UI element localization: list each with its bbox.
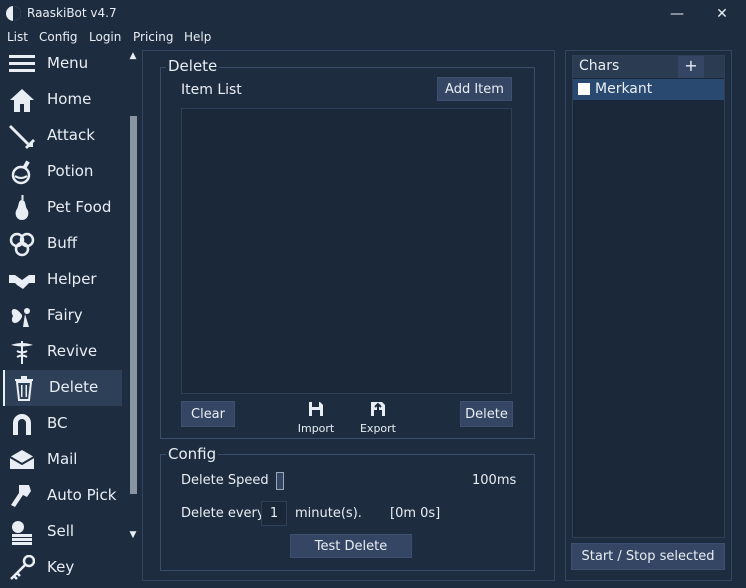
menu-login[interactable]: Login <box>89 30 121 44</box>
chars-header: Chars + <box>573 56 724 78</box>
char-name: Merkant <box>595 81 653 97</box>
sidebar-item-potion[interactable]: Potion <box>3 154 122 190</box>
item-list-label: Item List <box>181 82 242 98</box>
import-button[interactable]: Import <box>296 401 336 435</box>
horseshoe-icon <box>13 414 31 435</box>
sidebar-item-label: Fairy <box>47 306 83 324</box>
sidebar-item-label: Helper <box>47 270 97 288</box>
close-button[interactable]: ✕ <box>712 4 732 24</box>
import-icon <box>309 402 323 416</box>
pear-icon <box>15 195 29 220</box>
sidebar-item-bc[interactable]: BC <box>3 406 122 442</box>
caduceus-icon <box>11 341 33 364</box>
sidebar-item-buff[interactable]: Buff <box>3 226 122 262</box>
sidebar-item-label: Delete <box>49 378 99 396</box>
sidebar-item-label: Home <box>47 90 92 108</box>
export-button[interactable]: Export <box>358 401 398 435</box>
minutes-label: minute(s). <box>295 506 362 521</box>
delete-speed-label: Delete Speed <box>181 473 269 488</box>
export-icon <box>371 402 385 416</box>
import-label: Import <box>297 422 335 435</box>
sidebar: Menu Home Attack Potion Pet Food Buff He… <box>0 48 140 588</box>
key-icon <box>10 555 35 580</box>
chars-list[interactable] <box>572 55 725 538</box>
start-stop-button[interactable]: Start / Stop selected <box>571 543 725 570</box>
sidebar-item-key[interactable]: Key <box>3 550 122 586</box>
sidebar-item-fairy[interactable]: Fairy <box>3 298 122 334</box>
menu-pricing[interactable]: Pricing <box>133 30 173 44</box>
pickup-hand-icon <box>11 485 31 507</box>
test-delete-button[interactable]: Test Delete <box>290 534 412 558</box>
sidebar-item-label: Sell <box>47 522 75 540</box>
sidebar-item-label: Pet Food <box>47 198 112 216</box>
delete-button[interactable]: Delete <box>460 401 513 427</box>
sidebar-item-helper[interactable]: Helper <box>3 262 122 298</box>
sidebar-item-revive[interactable]: Revive <box>3 334 122 370</box>
delete-group-title: Delete <box>166 57 220 75</box>
sidebar-item-label: Attack <box>47 126 95 144</box>
sidebar-item-delete[interactable]: Delete <box>3 370 122 406</box>
delete-speed-slider[interactable] <box>276 480 456 482</box>
char-checkbox[interactable] <box>578 83 590 95</box>
sidebar-item-label: Key <box>47 558 75 576</box>
trash-icon <box>15 376 33 401</box>
delete-speed-slider-thumb[interactable] <box>276 472 284 490</box>
sidebar-item-label: Menu <box>47 54 89 72</box>
coins-icon <box>12 521 32 545</box>
sidebar-item-label: Buff <box>47 234 78 252</box>
sidebar-item-attack[interactable]: Attack <box>3 118 122 154</box>
scroll-down-icon[interactable]: ▼ <box>128 530 138 540</box>
sword-icon <box>9 125 35 149</box>
sidebar-item-auto-pick[interactable]: Auto Pick <box>3 478 122 514</box>
delete-every-input[interactable]: 1 <box>261 501 287 526</box>
menu-help[interactable]: Help <box>184 30 211 44</box>
menu-list[interactable]: List <box>7 30 28 44</box>
add-item-button[interactable]: Add Item <box>437 77 512 101</box>
chars-header-label: Chars <box>579 58 620 74</box>
minimize-button[interactable]: — <box>667 4 687 24</box>
app-logo-icon <box>6 6 21 21</box>
window-title: RaaskiBot v4.7 <box>27 6 117 20</box>
menu-bar: List Config Login Pricing Help <box>0 28 746 48</box>
sidebar-item-menu[interactable]: Menu <box>3 46 122 82</box>
sidebar-item-mail[interactable]: Mail <box>3 442 122 478</box>
sidebar-item-sell[interactable]: Sell <box>3 514 122 550</box>
sidebar-item-label: Potion <box>47 162 94 180</box>
title-bar: RaaskiBot v4.7 — ✕ <box>0 0 746 28</box>
sidebar-item-label: BC <box>47 414 68 432</box>
scroll-up-icon[interactable]: ▲ <box>128 51 138 61</box>
interval-display: [0m 0s] <box>390 506 441 521</box>
handshake-icon <box>9 275 35 289</box>
fairy-icon <box>11 308 30 327</box>
config-group-title: Config <box>166 445 219 463</box>
sidebar-item-label: Mail <box>47 450 78 468</box>
potion-icon <box>11 160 31 185</box>
hamburger-icon <box>9 55 35 72</box>
sidebar-item-pet-food[interactable]: Pet Food <box>3 190 122 226</box>
delete-speed-value: 100ms <box>472 473 517 488</box>
scroll-thumb[interactable] <box>130 116 137 494</box>
sidebar-item-label: Revive <box>47 342 98 360</box>
sidebar-item-home[interactable]: Home <box>3 82 122 118</box>
home-icon <box>10 89 34 112</box>
list-item[interactable]: Merkant <box>573 79 724 100</box>
add-char-button[interactable]: + <box>678 56 704 78</box>
export-label: Export <box>359 422 396 435</box>
triskelion-icon <box>9 232 35 257</box>
delete-every-label: Delete every <box>181 506 265 521</box>
sidebar-item-label: Auto Pick <box>47 486 117 504</box>
item-list[interactable] <box>181 108 512 394</box>
menu-config[interactable]: Config <box>39 30 78 44</box>
envelope-icon <box>9 450 35 469</box>
clear-button[interactable]: Clear <box>181 401 235 427</box>
